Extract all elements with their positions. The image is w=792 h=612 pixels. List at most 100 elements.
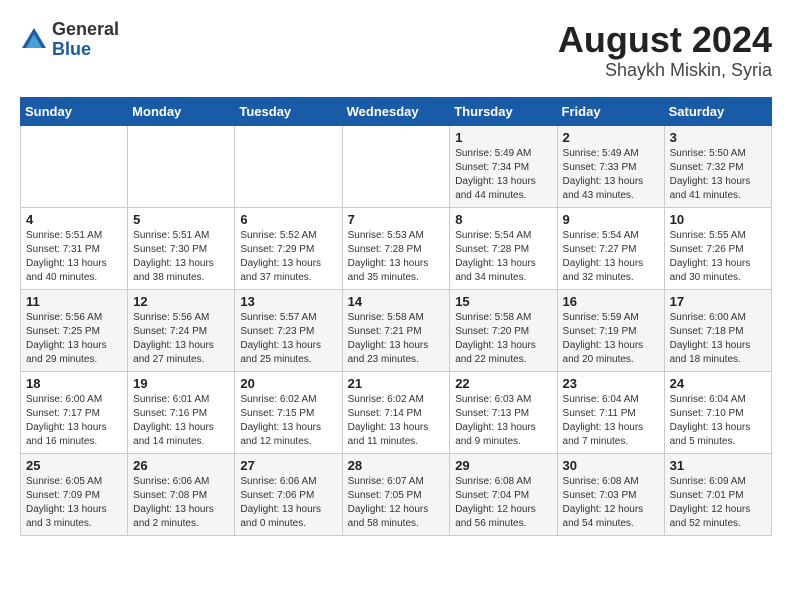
calendar-cell: 15Sunrise: 5:58 AM Sunset: 7:20 PM Dayli…: [450, 289, 557, 371]
day-detail: Sunrise: 5:56 AM Sunset: 7:24 PM Dayligh…: [133, 311, 229, 367]
day-number: 1: [455, 130, 551, 145]
calendar-cell: [235, 125, 342, 207]
day-number: 7: [348, 212, 445, 227]
calendar-week-row: 18 Sunrise: 6:00 AM Sunset: 7:17 PM Dayli…: [21, 371, 772, 453]
day-number: 10: [670, 212, 766, 227]
day-number: 17: [670, 294, 766, 309]
day-number: 3: [670, 130, 766, 145]
calendar-cell: 23 Sunrise: 6:04 AM Sunset: 7:11 PM Dayli…: [557, 371, 664, 453]
calendar-week-row: 4 Sunrise: 5:51 AM Sunset: 7:31 PM Daylig…: [21, 207, 772, 289]
calendar-cell: 17 Sunrise: 6:00 AM Sunset: 7:18 PM Dayli…: [664, 289, 771, 371]
calendar-cell: 13 Sunrise: 5:57 AM Sunset: 7:23 PM Dayli…: [235, 289, 342, 371]
day-detail: Sunrise: 5:58 AM Sunset: 7:20 PM Dayligh…: [455, 311, 551, 367]
weekday-header: Friday: [557, 97, 664, 125]
weekday-header: Monday: [128, 97, 235, 125]
logo-line2: Blue: [52, 40, 119, 60]
weekday-header: Thursday: [450, 97, 557, 125]
day-detail: Sunrise: 5:52 AM Sunset: 7:29 PM Dayligh…: [240, 229, 336, 285]
day-number: 22: [455, 376, 551, 391]
location: Shaykh Miskin, Syria: [558, 60, 772, 81]
calendar-cell: 7Sunrise: 5:53 AM Sunset: 7:28 PM Daylig…: [342, 207, 450, 289]
calendar-cell: 27 Sunrise: 6:06 AM Sunset: 7:06 PM Dayli…: [235, 453, 342, 535]
weekday-header: Sunday: [21, 97, 128, 125]
calendar-cell: 20Sunrise: 6:02 AM Sunset: 7:15 PM Dayli…: [235, 371, 342, 453]
calendar-cell: 8 Sunrise: 5:54 AM Sunset: 7:28 PM Daylig…: [450, 207, 557, 289]
calendar-week-row: 25 Sunrise: 6:05 AM Sunset: 7:09 PM Dayli…: [21, 453, 772, 535]
day-number: 8: [455, 212, 551, 227]
calendar-cell: 19 Sunrise: 6:01 AM Sunset: 7:16 PM Dayli…: [128, 371, 235, 453]
calendar-cell: 31Sunrise: 6:09 AM Sunset: 7:01 PM Dayli…: [664, 453, 771, 535]
day-detail: Sunrise: 5:51 AM Sunset: 7:31 PM Dayligh…: [26, 229, 122, 285]
day-detail: Sunrise: 6:06 AM Sunset: 7:06 PM Dayligh…: [240, 475, 336, 531]
calendar-cell: 11 Sunrise: 5:56 AM Sunset: 7:25 PM Dayli…: [21, 289, 128, 371]
calendar-cell: 1 Sunrise: 5:49 AM Sunset: 7:34 PM Daylig…: [450, 125, 557, 207]
day-number: 18: [26, 376, 122, 391]
calendar-cell: [21, 125, 128, 207]
day-number: 6: [240, 212, 336, 227]
day-detail: Sunrise: 6:00 AM Sunset: 7:17 PM Dayligh…: [26, 393, 122, 449]
day-detail: Sunrise: 5:54 AM Sunset: 7:27 PM Dayligh…: [563, 229, 659, 285]
day-number: 27: [240, 458, 336, 473]
day-number: 26: [133, 458, 229, 473]
day-number: 28: [348, 458, 445, 473]
calendar-cell: 6 Sunrise: 5:52 AM Sunset: 7:29 PM Daylig…: [235, 207, 342, 289]
day-number: 13: [240, 294, 336, 309]
day-detail: Sunrise: 6:05 AM Sunset: 7:09 PM Dayligh…: [26, 475, 122, 531]
day-detail: Sunrise: 6:00 AM Sunset: 7:18 PM Dayligh…: [670, 311, 766, 367]
day-detail: Sunrise: 5:49 AM Sunset: 7:34 PM Dayligh…: [455, 147, 551, 203]
day-detail: Sunrise: 5:57 AM Sunset: 7:23 PM Dayligh…: [240, 311, 336, 367]
logo-text: General Blue: [52, 20, 119, 60]
day-number: 19: [133, 376, 229, 391]
calendar-cell: 29 Sunrise: 6:08 AM Sunset: 7:04 PM Dayli…: [450, 453, 557, 535]
calendar: SundayMondayTuesdayWednesdayThursdayFrid…: [20, 97, 772, 536]
day-number: 21: [348, 376, 445, 391]
calendar-cell: [128, 125, 235, 207]
day-number: 4: [26, 212, 122, 227]
day-detail: Sunrise: 6:02 AM Sunset: 7:14 PM Dayligh…: [348, 393, 445, 449]
day-detail: Sunrise: 5:54 AM Sunset: 7:28 PM Dayligh…: [455, 229, 551, 285]
calendar-cell: 26Sunrise: 6:06 AM Sunset: 7:08 PM Dayli…: [128, 453, 235, 535]
day-number: 30: [563, 458, 659, 473]
day-number: 9: [563, 212, 659, 227]
calendar-cell: 22 Sunrise: 6:03 AM Sunset: 7:13 PM Dayli…: [450, 371, 557, 453]
day-number: 29: [455, 458, 551, 473]
weekday-header: Wednesday: [342, 97, 450, 125]
day-number: 24: [670, 376, 766, 391]
day-number: 11: [26, 294, 122, 309]
day-detail: Sunrise: 6:04 AM Sunset: 7:11 PM Dayligh…: [563, 393, 659, 449]
page-header: General Blue August 2024 Shaykh Miskin, …: [20, 20, 772, 81]
calendar-cell: 25 Sunrise: 6:05 AM Sunset: 7:09 PM Dayli…: [21, 453, 128, 535]
calendar-cell: 14Sunrise: 5:58 AM Sunset: 7:21 PM Dayli…: [342, 289, 450, 371]
logo-icon: [20, 26, 48, 54]
logo-line1: General: [52, 20, 119, 40]
calendar-week-row: 11 Sunrise: 5:56 AM Sunset: 7:25 PM Dayli…: [21, 289, 772, 371]
day-number: 31: [670, 458, 766, 473]
day-number: 14: [348, 294, 445, 309]
calendar-cell: 3 Sunrise: 5:50 AM Sunset: 7:32 PM Daylig…: [664, 125, 771, 207]
calendar-cell: 18 Sunrise: 6:00 AM Sunset: 7:17 PM Dayli…: [21, 371, 128, 453]
day-detail: Sunrise: 5:50 AM Sunset: 7:32 PM Dayligh…: [670, 147, 766, 203]
calendar-cell: 21 Sunrise: 6:02 AM Sunset: 7:14 PM Dayli…: [342, 371, 450, 453]
day-detail: Sunrise: 6:07 AM Sunset: 7:05 PM Dayligh…: [348, 475, 445, 531]
day-number: 2: [563, 130, 659, 145]
calendar-week-row: 1 Sunrise: 5:49 AM Sunset: 7:34 PM Daylig…: [21, 125, 772, 207]
day-detail: Sunrise: 6:01 AM Sunset: 7:16 PM Dayligh…: [133, 393, 229, 449]
weekday-header-row: SundayMondayTuesdayWednesdayThursdayFrid…: [21, 97, 772, 125]
calendar-cell: 16Sunrise: 5:59 AM Sunset: 7:19 PM Dayli…: [557, 289, 664, 371]
day-detail: Sunrise: 6:04 AM Sunset: 7:10 PM Dayligh…: [670, 393, 766, 449]
calendar-cell: 28 Sunrise: 6:07 AM Sunset: 7:05 PM Dayli…: [342, 453, 450, 535]
day-detail: Sunrise: 6:08 AM Sunset: 7:04 PM Dayligh…: [455, 475, 551, 531]
weekday-header: Tuesday: [235, 97, 342, 125]
day-number: 12: [133, 294, 229, 309]
day-number: 5: [133, 212, 229, 227]
day-number: 25: [26, 458, 122, 473]
day-number: 20: [240, 376, 336, 391]
calendar-cell: 24 Sunrise: 6:04 AM Sunset: 7:10 PM Dayli…: [664, 371, 771, 453]
title-block: August 2024 Shaykh Miskin, Syria: [558, 20, 772, 81]
calendar-cell: 10Sunrise: 5:55 AM Sunset: 7:26 PM Dayli…: [664, 207, 771, 289]
month-year: August 2024: [558, 20, 772, 60]
day-detail: Sunrise: 6:03 AM Sunset: 7:13 PM Dayligh…: [455, 393, 551, 449]
day-number: 23: [563, 376, 659, 391]
calendar-cell: 4 Sunrise: 5:51 AM Sunset: 7:31 PM Daylig…: [21, 207, 128, 289]
day-detail: Sunrise: 5:56 AM Sunset: 7:25 PM Dayligh…: [26, 311, 122, 367]
